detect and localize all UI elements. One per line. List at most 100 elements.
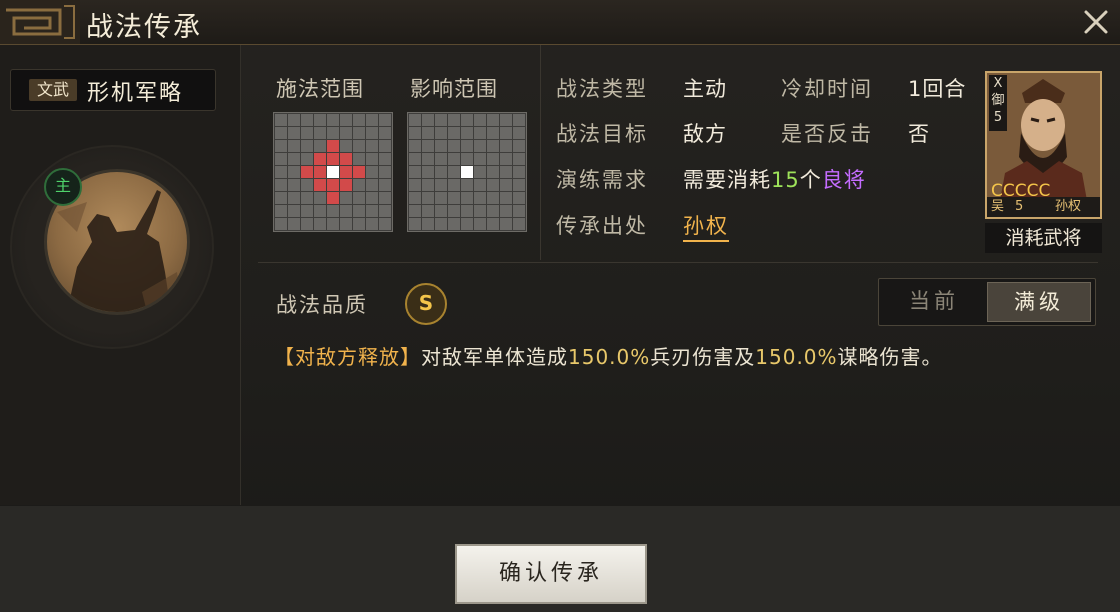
grid-cell bbox=[275, 153, 287, 165]
grid-cell bbox=[461, 153, 473, 165]
grid-cell bbox=[314, 192, 326, 204]
effect-range-label: 影响范围 bbox=[410, 77, 498, 101]
cooldown-value: 1回合 bbox=[908, 77, 967, 101]
dialog-title: 战法传承 bbox=[86, 12, 202, 43]
grid-cell bbox=[448, 127, 460, 139]
badge-top: X bbox=[993, 76, 1003, 91]
grid-cell bbox=[275, 179, 287, 191]
grid-cell bbox=[500, 140, 512, 152]
grid-cell bbox=[435, 192, 447, 204]
grid-cell bbox=[340, 218, 352, 230]
grid-cell bbox=[314, 179, 326, 191]
grid-cell bbox=[461, 179, 473, 191]
grid-cell bbox=[366, 166, 378, 178]
badge-type: 御 bbox=[991, 93, 1005, 108]
grid-cell bbox=[327, 166, 339, 178]
grid-cell bbox=[275, 205, 287, 217]
grid-cell bbox=[461, 218, 473, 230]
role-badge: 主 bbox=[44, 168, 82, 206]
grid-cell bbox=[366, 140, 378, 152]
grid-cell bbox=[353, 166, 365, 178]
grid-cell bbox=[513, 205, 525, 217]
general-card[interactable]: X御5 CCCCC 吴 5 孙权 bbox=[985, 71, 1102, 219]
grid-cell bbox=[379, 166, 391, 178]
grid-cell bbox=[275, 114, 287, 126]
grid-cell bbox=[379, 218, 391, 230]
grid-cell bbox=[379, 140, 391, 152]
grid-cell bbox=[513, 114, 525, 126]
grid-cell bbox=[340, 205, 352, 217]
grid-cell bbox=[327, 205, 339, 217]
skill-name-box: 文武 形机军略 bbox=[10, 69, 216, 111]
grid-cell bbox=[275, 192, 287, 204]
confirm-inherit-button[interactable]: 确认传承 bbox=[455, 544, 647, 604]
grid-cell bbox=[301, 205, 313, 217]
grid-cell bbox=[275, 140, 287, 152]
grid-cell bbox=[366, 127, 378, 139]
counterattack-value: 否 bbox=[908, 122, 930, 146]
grid-cell bbox=[461, 192, 473, 204]
grid-cell bbox=[353, 192, 365, 204]
training-req-label: 演练需求 bbox=[556, 168, 648, 192]
training-req-value: 需要消耗15个良将 bbox=[683, 164, 866, 194]
grid-cell bbox=[288, 166, 300, 178]
cast-range-label: 施法范围 bbox=[276, 77, 364, 101]
skill-type-label: 战法类型 bbox=[556, 77, 648, 101]
title-bar: 战法传承 bbox=[0, 0, 1120, 45]
grid-cell bbox=[474, 166, 486, 178]
grid-cell bbox=[340, 153, 352, 165]
grid-cell bbox=[366, 205, 378, 217]
grid-cell bbox=[314, 127, 326, 139]
grid-cell bbox=[422, 127, 434, 139]
grid-cell bbox=[448, 114, 460, 126]
grid-cell bbox=[314, 166, 326, 178]
grid-cell bbox=[353, 153, 365, 165]
skill-type-tag: 文武 bbox=[29, 79, 77, 101]
grid-cell bbox=[474, 153, 486, 165]
grid-cell bbox=[366, 179, 378, 191]
grid-cell bbox=[474, 192, 486, 204]
grid-cell bbox=[435, 218, 447, 230]
grid-cell bbox=[422, 192, 434, 204]
grid-cell bbox=[461, 114, 473, 126]
grid-cell bbox=[275, 127, 287, 139]
grid-cell bbox=[327, 218, 339, 230]
cooldown-label: 冷却时间 bbox=[781, 77, 873, 101]
desc-part2: 兵刃伤害及 bbox=[650, 345, 756, 369]
card-faction: 吴 bbox=[991, 199, 1005, 214]
grid-cell bbox=[487, 127, 499, 139]
grid-cell bbox=[487, 205, 499, 217]
grid-cell bbox=[409, 192, 421, 204]
grid-cell bbox=[500, 127, 512, 139]
toggle-current[interactable]: 当前 bbox=[883, 282, 985, 320]
grid-cell bbox=[301, 140, 313, 152]
grid-cell bbox=[422, 205, 434, 217]
badge-num: 5 bbox=[993, 110, 1003, 125]
grid-cell bbox=[487, 114, 499, 126]
grid-cell bbox=[353, 114, 365, 126]
section-divider bbox=[258, 262, 1098, 263]
grid-cell bbox=[513, 179, 525, 191]
skill-target-value: 敌方 bbox=[683, 122, 727, 146]
toggle-max-level[interactable]: 满级 bbox=[987, 282, 1091, 322]
grid-cell bbox=[461, 127, 473, 139]
grid-cell bbox=[487, 218, 499, 230]
grid-cell bbox=[353, 205, 365, 217]
grid-cell bbox=[340, 114, 352, 126]
level-toggle: 当前 满级 bbox=[878, 278, 1096, 326]
grid-cell bbox=[327, 127, 339, 139]
card-caption: 消耗武将 bbox=[985, 223, 1102, 253]
grid-cell bbox=[340, 166, 352, 178]
grid-cell bbox=[448, 179, 460, 191]
grid-cell bbox=[409, 153, 421, 165]
req-prefix: 需要消耗 bbox=[683, 168, 771, 192]
close-icon[interactable] bbox=[1080, 6, 1112, 38]
grid-cell bbox=[487, 153, 499, 165]
grid-cell bbox=[340, 127, 352, 139]
grid-cell bbox=[340, 140, 352, 152]
counterattack-label: 是否反击 bbox=[781, 122, 873, 146]
grid-cell bbox=[513, 140, 525, 152]
origin-general-link[interactable]: 孙权 bbox=[683, 210, 729, 242]
grid-cell bbox=[288, 140, 300, 152]
grid-cell bbox=[327, 114, 339, 126]
